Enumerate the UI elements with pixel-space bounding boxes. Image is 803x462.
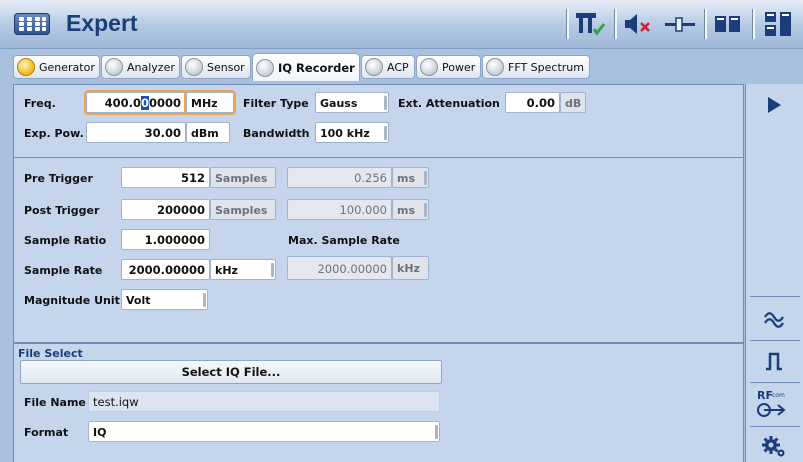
pre-trigger-label: Pre Trigger — [24, 172, 93, 185]
bandwidth-label: Bandwidth — [243, 127, 310, 140]
toolbar-separator — [752, 9, 755, 39]
magnitude-unit-dropdown[interactable]: Volt — [121, 289, 208, 310]
filter-type-dropdown[interactable]: Gauss — [315, 92, 389, 113]
sample-ratio-label: Sample Ratio — [24, 234, 107, 247]
filter-type-label: Filter Type — [243, 97, 309, 110]
side-separator — [750, 296, 800, 297]
slider-icon[interactable] — [660, 9, 700, 39]
status-led-icon — [17, 58, 35, 76]
post-trigger-time-unit: ms — [392, 199, 429, 220]
side-separator — [750, 340, 800, 341]
filter-wave-icon[interactable] — [754, 306, 794, 332]
tab-label: FFT Spectrum — [508, 60, 584, 74]
side-toolbar: RF com — [745, 84, 803, 462]
exp-pow-unit[interactable]: dBm — [186, 122, 230, 143]
panels-icon[interactable] — [710, 9, 746, 39]
toolbar-separator — [566, 9, 569, 39]
tab-label: Analyzer — [127, 60, 175, 74]
exp-pow-input[interactable]: 30.00 — [86, 122, 186, 143]
pre-trigger-time-unit: ms — [392, 167, 429, 188]
tab-iq-recorder[interactable]: IQ Recorder — [252, 53, 360, 81]
max-sample-rate-label: Max. Sample Rate — [288, 234, 400, 247]
format-dropdown[interactable]: IQ — [88, 421, 440, 442]
sample-rate-label: Sample Rate — [24, 264, 103, 277]
max-sample-rate-value: 2000.00000 — [287, 256, 392, 280]
freq-input[interactable]: 400.000000 — [84, 90, 188, 115]
tab-label: Sensor — [207, 60, 245, 74]
status-led-icon — [105, 58, 123, 76]
status-led-icon — [256, 58, 274, 77]
post-trigger-input[interactable]: 200000 — [121, 199, 210, 220]
post-trigger-time: 100.000 — [287, 199, 392, 220]
tab-fft-spectrum[interactable]: FFT Spectrum — [482, 55, 590, 79]
settings-gears-icon[interactable] — [754, 434, 794, 460]
ext-attenuation-label: Ext. Attenuation — [398, 97, 500, 110]
status-led-icon — [185, 58, 203, 76]
app-grid-icon[interactable] — [14, 13, 50, 35]
tab-generator[interactable]: Generator — [13, 55, 100, 79]
rf-remote-icon[interactable]: RF com — [755, 389, 793, 419]
status-led-icon — [365, 58, 383, 76]
pre-trigger-input[interactable]: 512 — [121, 167, 210, 188]
split-icon[interactable] — [758, 9, 798, 39]
freq-value-part: 400.0 — [104, 96, 141, 110]
rf-remote-text: RF — [757, 389, 773, 402]
sample-rate-unit-dropdown[interactable]: kHz — [210, 259, 276, 280]
toolbar-separator — [614, 9, 617, 39]
tab-label: ACP — [387, 60, 409, 74]
trigger-pulse-icon[interactable] — [754, 348, 794, 374]
tab-analyzer[interactable]: Analyzer — [101, 55, 180, 79]
title-bar: Expert — [0, 0, 803, 49]
sample-rate-input[interactable]: 2000.00000 — [121, 259, 210, 280]
tab-acp[interactable]: ACP — [361, 55, 415, 79]
freq-cursor-digit: 0 — [140, 96, 149, 110]
bandwidth-dropdown[interactable]: 100 kHz — [315, 122, 389, 143]
tab-label: IQ Recorder — [278, 60, 355, 75]
status-led-icon — [486, 58, 504, 76]
sample-ratio-input[interactable]: 1.000000 — [121, 229, 210, 250]
rf-remote-subtext: com — [772, 392, 785, 399]
freq-label: Freq. — [24, 97, 56, 110]
format-label: Format — [24, 426, 69, 439]
status-led-icon — [420, 58, 438, 76]
t-check-icon[interactable] — [572, 9, 608, 39]
post-trigger-unit: Samples — [210, 199, 276, 220]
pre-trigger-time: 0.256 — [287, 167, 392, 188]
select-iq-file-button[interactable]: Select IQ File... — [20, 360, 442, 384]
file-name-label: File Name — [24, 396, 86, 409]
app-window: Expert Generator Analyzer Sensor IQ Reco… — [0, 0, 803, 462]
tab-label: Power — [442, 60, 476, 74]
max-sample-rate-unit: kHz — [392, 256, 429, 280]
freq-value-part: 0000 — [148, 96, 181, 110]
run-play-icon[interactable] — [754, 92, 794, 118]
pre-trigger-unit: Samples — [210, 167, 276, 188]
app-title: Expert — [66, 10, 138, 36]
mute-icon[interactable] — [620, 9, 656, 39]
file-name-field[interactable]: test.iqw — [88, 391, 440, 412]
toolbar-separator — [704, 9, 707, 39]
post-trigger-label: Post Trigger — [24, 204, 100, 217]
tab-sensor[interactable]: Sensor — [181, 55, 251, 79]
exp-pow-label: Exp. Pow. — [24, 127, 84, 140]
freq-unit[interactable]: MHz — [184, 90, 236, 115]
ext-attenuation-input[interactable]: 0.00 — [505, 92, 560, 113]
tab-power[interactable]: Power — [416, 55, 481, 79]
side-separator — [750, 382, 800, 383]
tab-label: Generator — [39, 60, 95, 74]
magnitude-unit-label: Magnitude Unit — [24, 294, 120, 307]
ext-attenuation-unit: dB — [560, 92, 586, 113]
file-select-title: File Select — [18, 347, 83, 360]
side-separator — [750, 426, 800, 427]
